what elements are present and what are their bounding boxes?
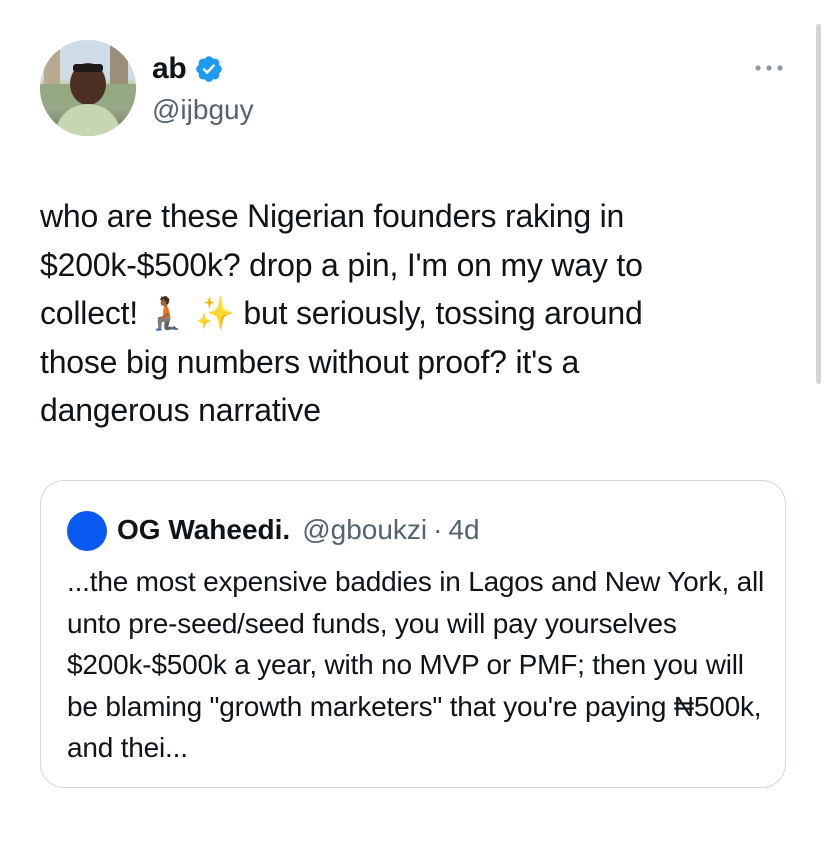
quoted-tweet-card[interactable]: OG Waheedi. @gboukzi · 4d ...the most ex… — [40, 480, 786, 788]
quoted-tweet-timestamp[interactable]: 4d — [448, 511, 479, 549]
scrollbar[interactable] — [816, 24, 821, 384]
tweet-line: $200k-$500k? drop a pin, I'm on my way t… — [40, 246, 643, 283]
separator-dot: · — [433, 514, 443, 545]
avatar-photo — [40, 40, 136, 136]
author-display-name[interactable]: ab — [152, 52, 187, 86]
author-name-row: ab — [152, 52, 224, 86]
more-horizontal-icon[interactable] — [752, 58, 786, 78]
tweet-line-segment: but seriously, tossing around — [234, 295, 643, 331]
quoted-tweet-text: ...the most expensive baddies in Lagos a… — [67, 566, 772, 763]
tweet: ab @ijbguy who are these Nigerian founde… — [0, 0, 828, 841]
sparkles-emoji: ✨ — [195, 294, 235, 332]
author-handle[interactable]: @ijbguy — [152, 94, 254, 126]
quoted-author-name[interactable]: OG Waheedi. — [117, 511, 290, 549]
quoted-author-handle[interactable]: @gboukzi — [302, 511, 427, 549]
author-avatar[interactable] — [40, 40, 136, 136]
kneeling-person-emoji: 🧎🏾 — [146, 294, 187, 332]
tweet-line: dangerous narrative — [40, 392, 321, 428]
verified-badge-icon — [196, 56, 223, 82]
tweet-line: those big numbers without proof? it's a — [40, 343, 580, 380]
quoted-tweet-header: OG Waheedi. @gboukzi · 4d — [117, 511, 480, 549]
quoted-author-avatar[interactable] — [67, 511, 107, 551]
tweet-line-segment: collect! — [40, 295, 147, 331]
tweet-line: who are these Nigerian founders raking i… — [40, 198, 625, 234]
tweet-text: who are these Nigerian founders raking i… — [40, 192, 780, 435]
tweet-line: collect! 🧎🏾 ✨ but seriously, tossing aro… — [40, 289, 780, 338]
